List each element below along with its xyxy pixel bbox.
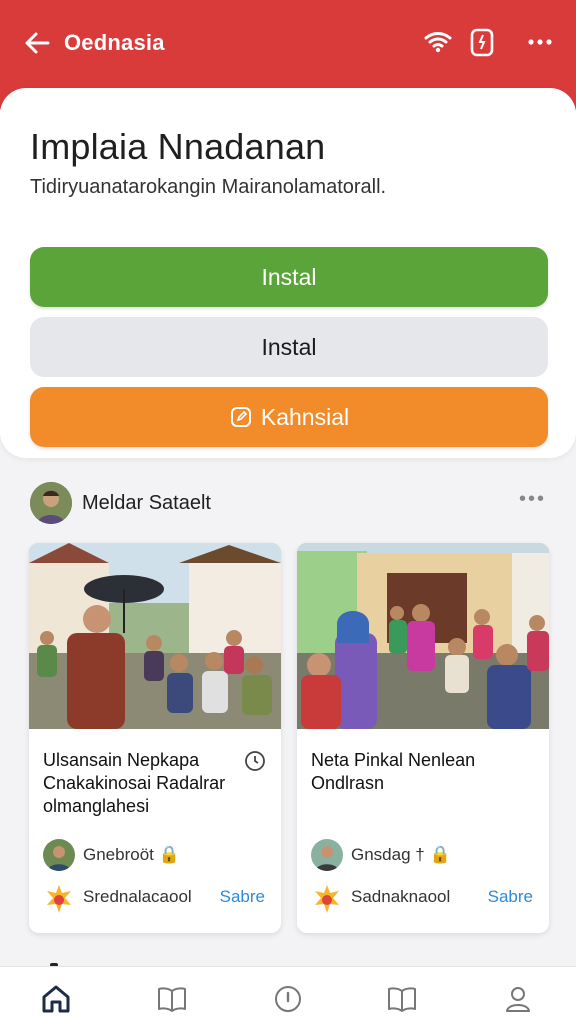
profile-icon[interactable] [498,979,538,1019]
book-open-icon[interactable] [152,979,192,1019]
app-name: Oednasia [64,30,165,55]
post-title: Ulsansain Nepkapa Cnakakinosai Radalrar … [43,750,226,816]
author-row[interactable]: Meldar Sataelt ••• [30,480,546,524]
post-card[interactable]: Ulsansain Nepkapa Cnakakinosai Radalrar … [29,543,281,933]
more-horizontal-icon[interactable]: ••• [519,488,546,511]
arrow-left-icon[interactable] [20,26,54,60]
post-photo [29,543,281,729]
avatar[interactable] [43,839,75,871]
library-icon[interactable] [382,979,422,1019]
post-link[interactable]: Sabre [220,887,265,907]
post-card[interactable]: Neta Pinkal Nenlean Ondlrasn Gnsdag † 🔒 … [297,543,549,933]
home-icon[interactable] [36,979,76,1019]
edit-icon [229,405,253,429]
bottom-nav [0,966,576,1024]
bookmark-clock-icon[interactable] [243,749,267,778]
install-button-primary-label: Instal [261,263,317,290]
kahnsial-button[interactable]: Kahnsial [30,387,548,447]
post-subtitle: Sadnaknaool [351,887,451,906]
kahnsial-button-label: Kahnsial [260,403,350,430]
post-title: Neta Pinkal Nenlean Ondlrasn [311,750,476,793]
more-horizontal-icon[interactable] [524,26,556,58]
post-photo [297,543,549,729]
post-subtitle: Srednalacaool [83,887,192,906]
post-author-name: Gnebroöt 🔒 [83,845,180,864]
page-title: Implaia Nnadanan [30,126,326,167]
post-link[interactable]: Sabre [488,887,533,907]
sun-badge-icon [311,883,343,915]
sun-badge-icon [43,883,75,915]
compass-icon[interactable] [268,979,308,1019]
install-button-secondary[interactable]: Instal [30,317,548,377]
post-author-name: Gnsdag † 🔒 [351,845,451,864]
author-name: Meldar Sataelt [82,492,211,514]
install-button-secondary-label: Instal [261,333,317,360]
wifi-icon [422,26,454,58]
install-button-primary[interactable]: Instal [30,247,548,307]
avatar[interactable] [311,839,343,871]
page-subtitle: Tidiryuanatarokangin Mairanolamatorall. [30,176,387,198]
battery-icon [466,26,498,58]
avatar[interactable] [30,482,72,524]
